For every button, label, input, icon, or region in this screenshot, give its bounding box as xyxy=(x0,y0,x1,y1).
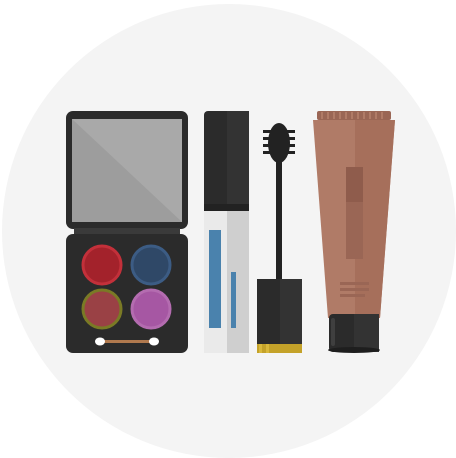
eyeshadow-shade-rose xyxy=(81,288,123,330)
mascara-brush xyxy=(268,123,290,163)
cosmetics-illustration xyxy=(0,0,456,458)
applicator-tip-right xyxy=(149,337,159,346)
eyeshadow-shade-purple xyxy=(130,288,172,330)
eyeliner-icon xyxy=(204,111,249,353)
mascara-gold-band xyxy=(257,344,302,353)
eyeshadow-shade-navy xyxy=(130,244,172,286)
mascara-wand xyxy=(276,160,282,282)
tube-cap-rim xyxy=(328,347,380,353)
tube-label-line-3 xyxy=(340,294,365,297)
eyeshadow-palette-icon xyxy=(66,111,188,353)
tube-label-line-1 xyxy=(340,282,369,285)
tube-label-line-2 xyxy=(340,288,369,291)
cosmetics-svg xyxy=(2,4,456,458)
eyeliner-liquid-stripe xyxy=(231,272,236,328)
eyeliner-tube-shade xyxy=(227,211,249,353)
eyeliner-cap-rim xyxy=(204,204,249,211)
eyeliner-cap-shade xyxy=(227,111,249,210)
palette-hinge xyxy=(74,228,180,234)
applicator-stick xyxy=(100,340,154,343)
applicator-tip-left xyxy=(95,337,105,346)
eyeliner-liquid-window xyxy=(209,230,221,328)
palette-base xyxy=(66,234,188,353)
eyeshadow-shade-red xyxy=(81,244,123,286)
mascara-base-shade xyxy=(280,279,302,345)
